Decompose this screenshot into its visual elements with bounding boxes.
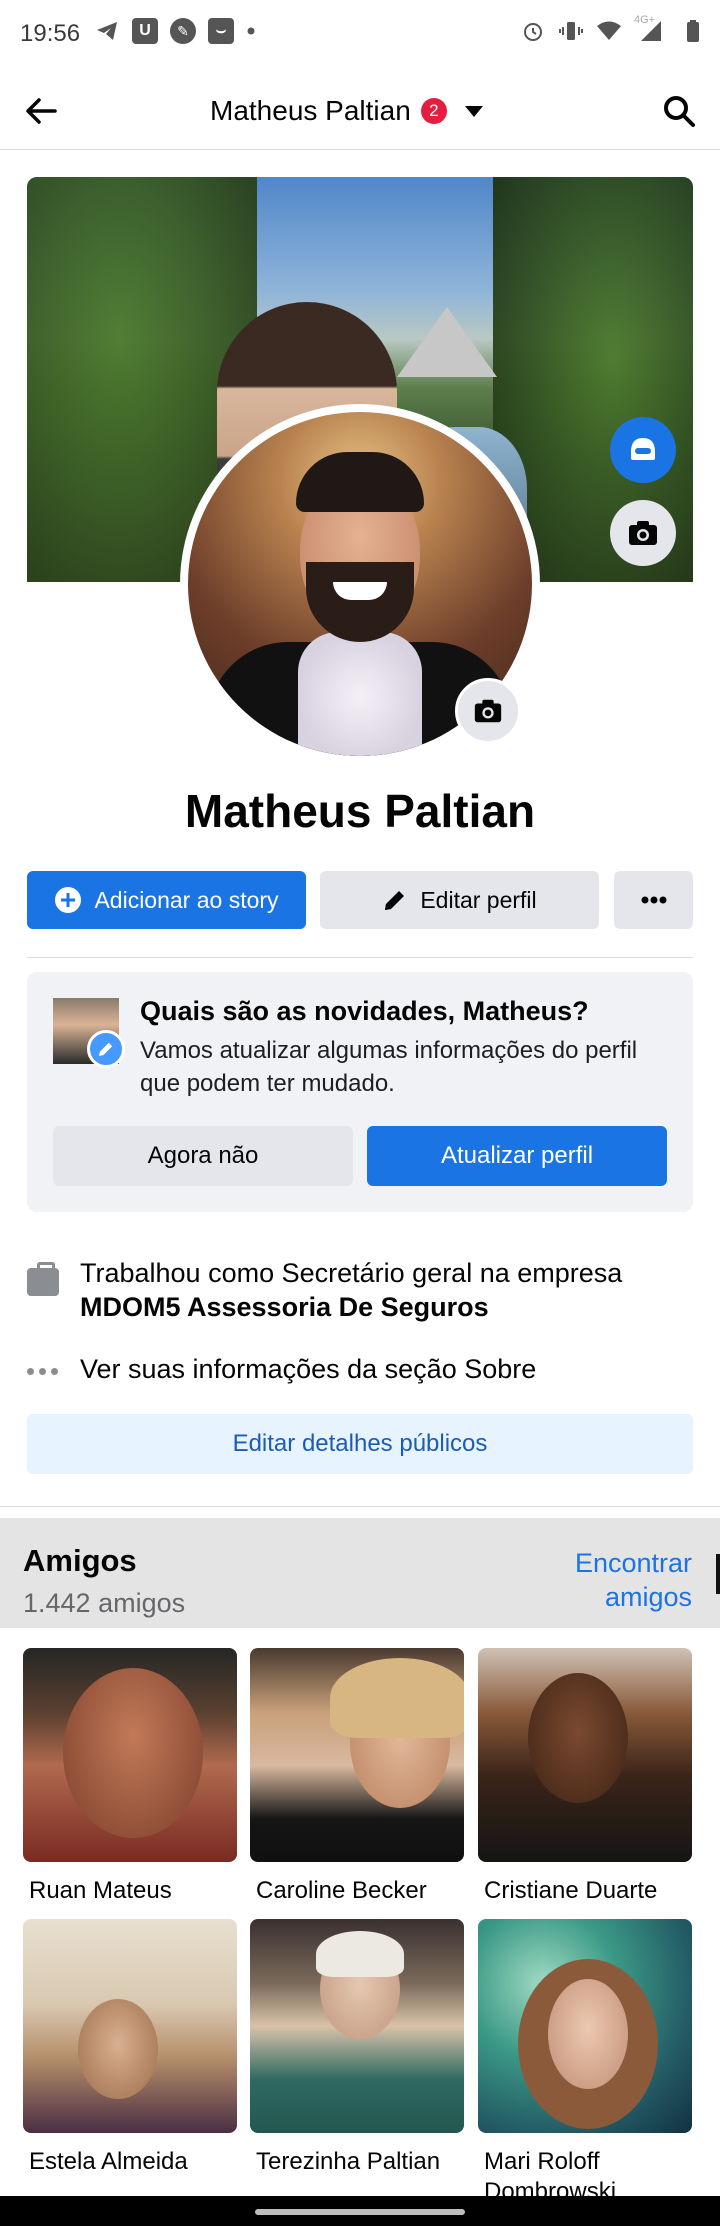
friend-photo [478,1919,692,2133]
u-app-icon: U [132,18,158,44]
home-gesture-handle[interactable] [255,2209,465,2215]
more-dots-icon [641,896,666,904]
see-about-info-link[interactable]: Ver suas informações da seção Sobre [27,1354,693,1390]
friend-photo [250,1919,464,2133]
friend-photo [23,1919,237,2133]
divider [0,1506,720,1507]
not-now-button[interactable]: Agora não [53,1126,353,1186]
vibrate-icon [558,18,584,44]
search-icon [664,96,695,127]
find-friends-link[interactable]: Encontrar amigos [502,1546,692,1614]
app-icon: ✎ [170,18,196,44]
friend-name: Estela Almeida [29,2148,188,2175]
update-card-title: Quais são as novidades, Matheus? [140,996,589,1026]
friend-photo [250,1648,464,1862]
friend-name: Terezinha Paltian [256,2148,441,2175]
friend-name: Cristiane Duarte [484,1877,658,1904]
friends-title: Amigos [23,1543,137,1578]
back-arrow-icon [26,98,57,124]
telegram-icon [94,18,120,44]
camera-icon [474,699,502,723]
friend-photo [23,1648,237,1862]
inbox-icon: ⌣ [208,18,234,44]
signal-icon: 4G+ [634,14,668,44]
pp-hair [296,452,424,512]
status-bar: 19:56 U ✎ ⌣ 4G+ [0,0,720,72]
friend-card[interactable]: Estela Almeida [23,1919,237,2177]
edit-cover-photo-button[interactable] [610,500,676,566]
profile-actions: Adicionar ao story Editar perfil [27,871,693,929]
cover-mountain [397,307,497,377]
notification-badge: 2 [420,98,447,124]
friend-name: Caroline Becker [256,1877,427,1904]
add-to-story-button[interactable]: Adicionar ao story [27,871,306,929]
edit-public-details-button[interactable]: Editar detalhes públicos [27,1414,693,1474]
top-app-bar: Matheus Paltian 2 [0,72,720,150]
friend-card[interactable]: Caroline Becker [250,1648,464,1906]
update-profile-card: Quais são as novidades, Matheus? Vamos a… [27,972,693,1212]
work-company: MDOM5 Assessoria De Seguros [80,1292,489,1322]
alarm-icon [520,18,546,44]
divider [27,957,693,958]
avatar-icon [631,438,655,460]
briefcase-icon [27,1262,59,1296]
edit-profile-label: Editar perfil [420,886,537,913]
work-prefix: Trabalhou como Secretário geral na empre… [80,1258,623,1288]
friend-photo [478,1648,692,1862]
edit-profile-picture-button[interactable] [455,678,521,744]
chevron-down-icon [464,105,483,117]
status-icons-right: 4G+ [520,14,706,44]
friend-card[interactable]: Mari Roloff Dombrowski [478,1919,692,2207]
header-title: Matheus Paltian [210,95,411,126]
edit-profile-button[interactable]: Editar perfil [320,871,599,929]
battery-icon [680,18,706,44]
back-button[interactable] [18,88,64,134]
intro-work-item[interactable]: Trabalhou como Secretário geral na empre… [27,1256,693,1326]
pp-ruffle [298,632,422,756]
account-switcher[interactable]: Matheus Paltian 2 [210,90,483,132]
avatar-button[interactable] [610,417,676,483]
friend-name: Ruan Mateus [29,1877,172,1904]
scrollbar[interactable] [716,1554,720,1594]
add-to-story-label: Adicionar ao story [94,886,279,913]
friends-count: 1.442 amigos [23,1588,186,1618]
pp-beard [306,562,414,642]
wifi-icon [596,18,622,44]
dot-icon [246,18,256,44]
update-profile-button[interactable]: Atualizar perfil [367,1126,667,1186]
more-options-button[interactable] [614,871,693,929]
pencil-icon [385,891,405,910]
intro-work-text: Trabalhou como Secretário geral na empre… [80,1256,680,1324]
profile-name: Matheus Paltian [184,785,536,837]
friend-card[interactable]: Cristiane Duarte [478,1648,692,1906]
search-button[interactable] [656,88,702,134]
network-label: 4G+ [634,14,656,26]
plus-circle-icon [55,887,82,913]
camera-icon [629,521,657,545]
friend-card[interactable]: Terezinha Paltian [250,1919,464,2177]
pencil-badge-icon [87,1030,125,1068]
status-icons-left: U ✎ ⌣ [94,18,256,44]
more-dots-icon [27,1368,59,1376]
system-navigation-bar [0,2196,720,2226]
status-time: 19:56 [20,20,81,47]
update-card-text: Vamos atualizar algumas informações do p… [140,1037,638,1097]
friends-header: Amigos 1.442 amigos Encontrar amigos [0,1518,720,1628]
friend-card[interactable]: Ruan Mateus [23,1648,237,1906]
see-about-info-label: Ver suas informações da seção Sobre [80,1354,537,1384]
